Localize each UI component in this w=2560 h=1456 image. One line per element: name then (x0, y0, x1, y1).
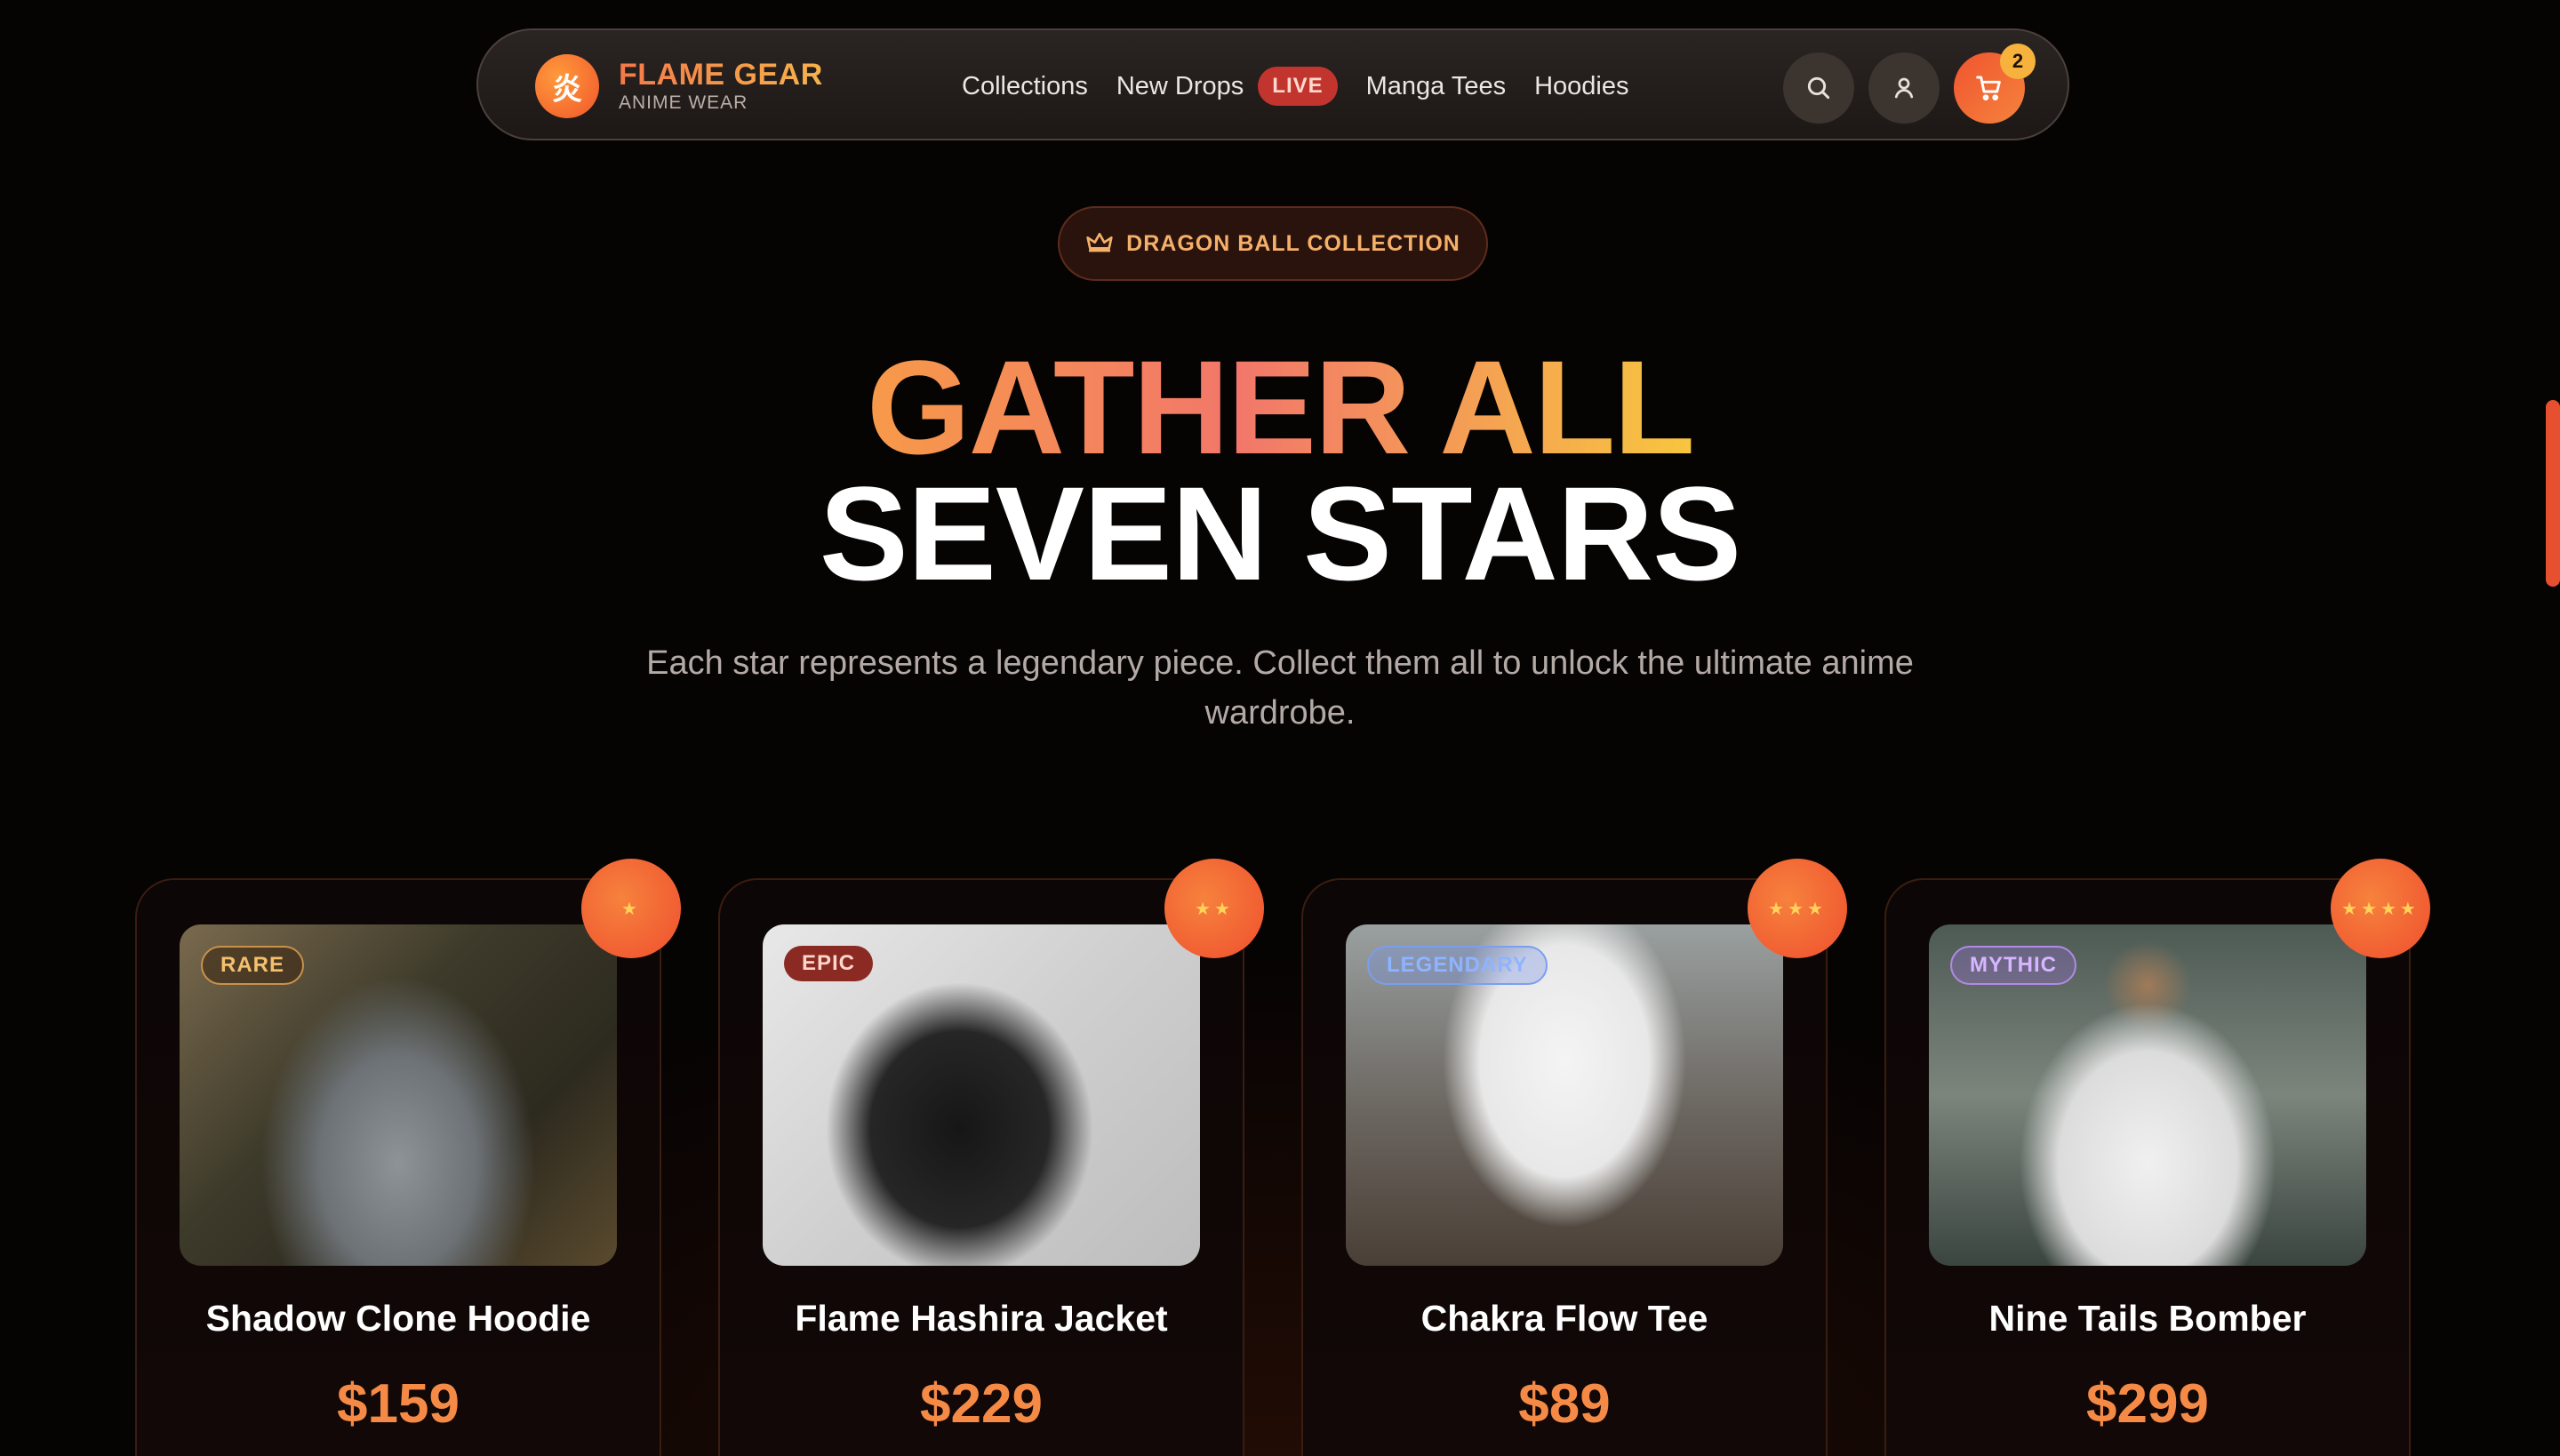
product-price: $299 (2086, 1373, 2209, 1435)
product-price: $229 (920, 1373, 1043, 1435)
brand[interactable]: 炎 FLAME GEAR ANIME WEAR (535, 54, 823, 118)
user-icon (1894, 77, 1914, 99)
product-name: Shadow Clone Hoodie (205, 1298, 591, 1339)
nav-link-new-drops[interactable]: New Drops (1116, 72, 1244, 101)
star-rating-badge: ★★★ (1748, 859, 1847, 958)
headline-line-2: SEVEN STARS (819, 459, 1741, 608)
rarity-badge: RARE (201, 946, 305, 985)
product-card[interactable]: RARE ★ Shadow Clone Hoodie $159 (135, 859, 681, 1456)
collection-pill-label: DRAGON BALL COLLECTION (1126, 230, 1460, 256)
product-name: Chakra Flow Tee (1420, 1298, 1708, 1339)
brand-tagline: ANIME WEAR (619, 92, 748, 113)
product-name: Nine Tails Bomber (1988, 1298, 2307, 1339)
cart-count-badge: 2 (2000, 44, 2036, 79)
product-image: EPIC (763, 924, 1200, 1266)
live-badge: LIVE (1258, 67, 1338, 106)
product-price: $89 (1518, 1373, 1611, 1435)
headline-line-1: GATHER ALL (867, 332, 1695, 482)
top-navbar: 炎 FLAME GEAR ANIME WEAR Collections New … (476, 28, 2069, 140)
search-button[interactable] (1783, 52, 1854, 124)
brand-text: FLAME GEAR ANIME WEAR (619, 59, 823, 114)
product-image: MYTHIC (1929, 924, 2366, 1266)
star-rating-badge: ★★ (1164, 859, 1264, 958)
star-rating-badge: ★ (581, 859, 681, 958)
rarity-badge: EPIC (784, 946, 874, 981)
nav-link-manga-tees[interactable]: Manga Tees (1366, 72, 1506, 101)
product-name: Flame Hashira Jacket (795, 1298, 1168, 1339)
product-card[interactable]: LEGENDARY ★★★ Chakra Flow Tee $89 (1301, 859, 1847, 1456)
account-button[interactable] (1868, 52, 1940, 124)
product-card[interactable]: MYTHIC ★★★★ Nine Tails Bomber $299 (1884, 859, 2430, 1456)
nav-actions: 2 (1769, 44, 2036, 124)
product-card[interactable]: EPIC ★★ Flame Hashira Jacket $229 (718, 859, 1264, 1456)
crown-icon (1086, 233, 1113, 252)
main-menu: Collections New Drops LIVE Manga Tees Ho… (962, 30, 1629, 142)
hero-subtitle: Each star represents a legendary piece. … (646, 644, 1914, 732)
star-rating-badge: ★★★★ (2331, 859, 2430, 958)
brand-name: FLAME GEAR (619, 58, 823, 92)
product-image: LEGENDARY (1346, 924, 1783, 1266)
product-price: $159 (337, 1373, 460, 1435)
collection-pill[interactable]: DRAGON BALL COLLECTION (1058, 206, 1488, 281)
page-scrollbar-thumb[interactable] (2546, 400, 2560, 587)
product-image: RARE (180, 924, 617, 1266)
cart-button[interactable]: 2 (1954, 44, 2036, 124)
rarity-badge: LEGENDARY (1367, 946, 1548, 985)
nav-link-hoodies[interactable]: Hoodies (1534, 72, 1628, 101)
search-icon (1807, 76, 1830, 100)
cart-icon (1976, 76, 2001, 101)
rarity-badge: MYTHIC (1950, 946, 2076, 985)
nav-link-collections[interactable]: Collections (962, 72, 1088, 101)
brand-logo: 炎 (535, 54, 599, 118)
